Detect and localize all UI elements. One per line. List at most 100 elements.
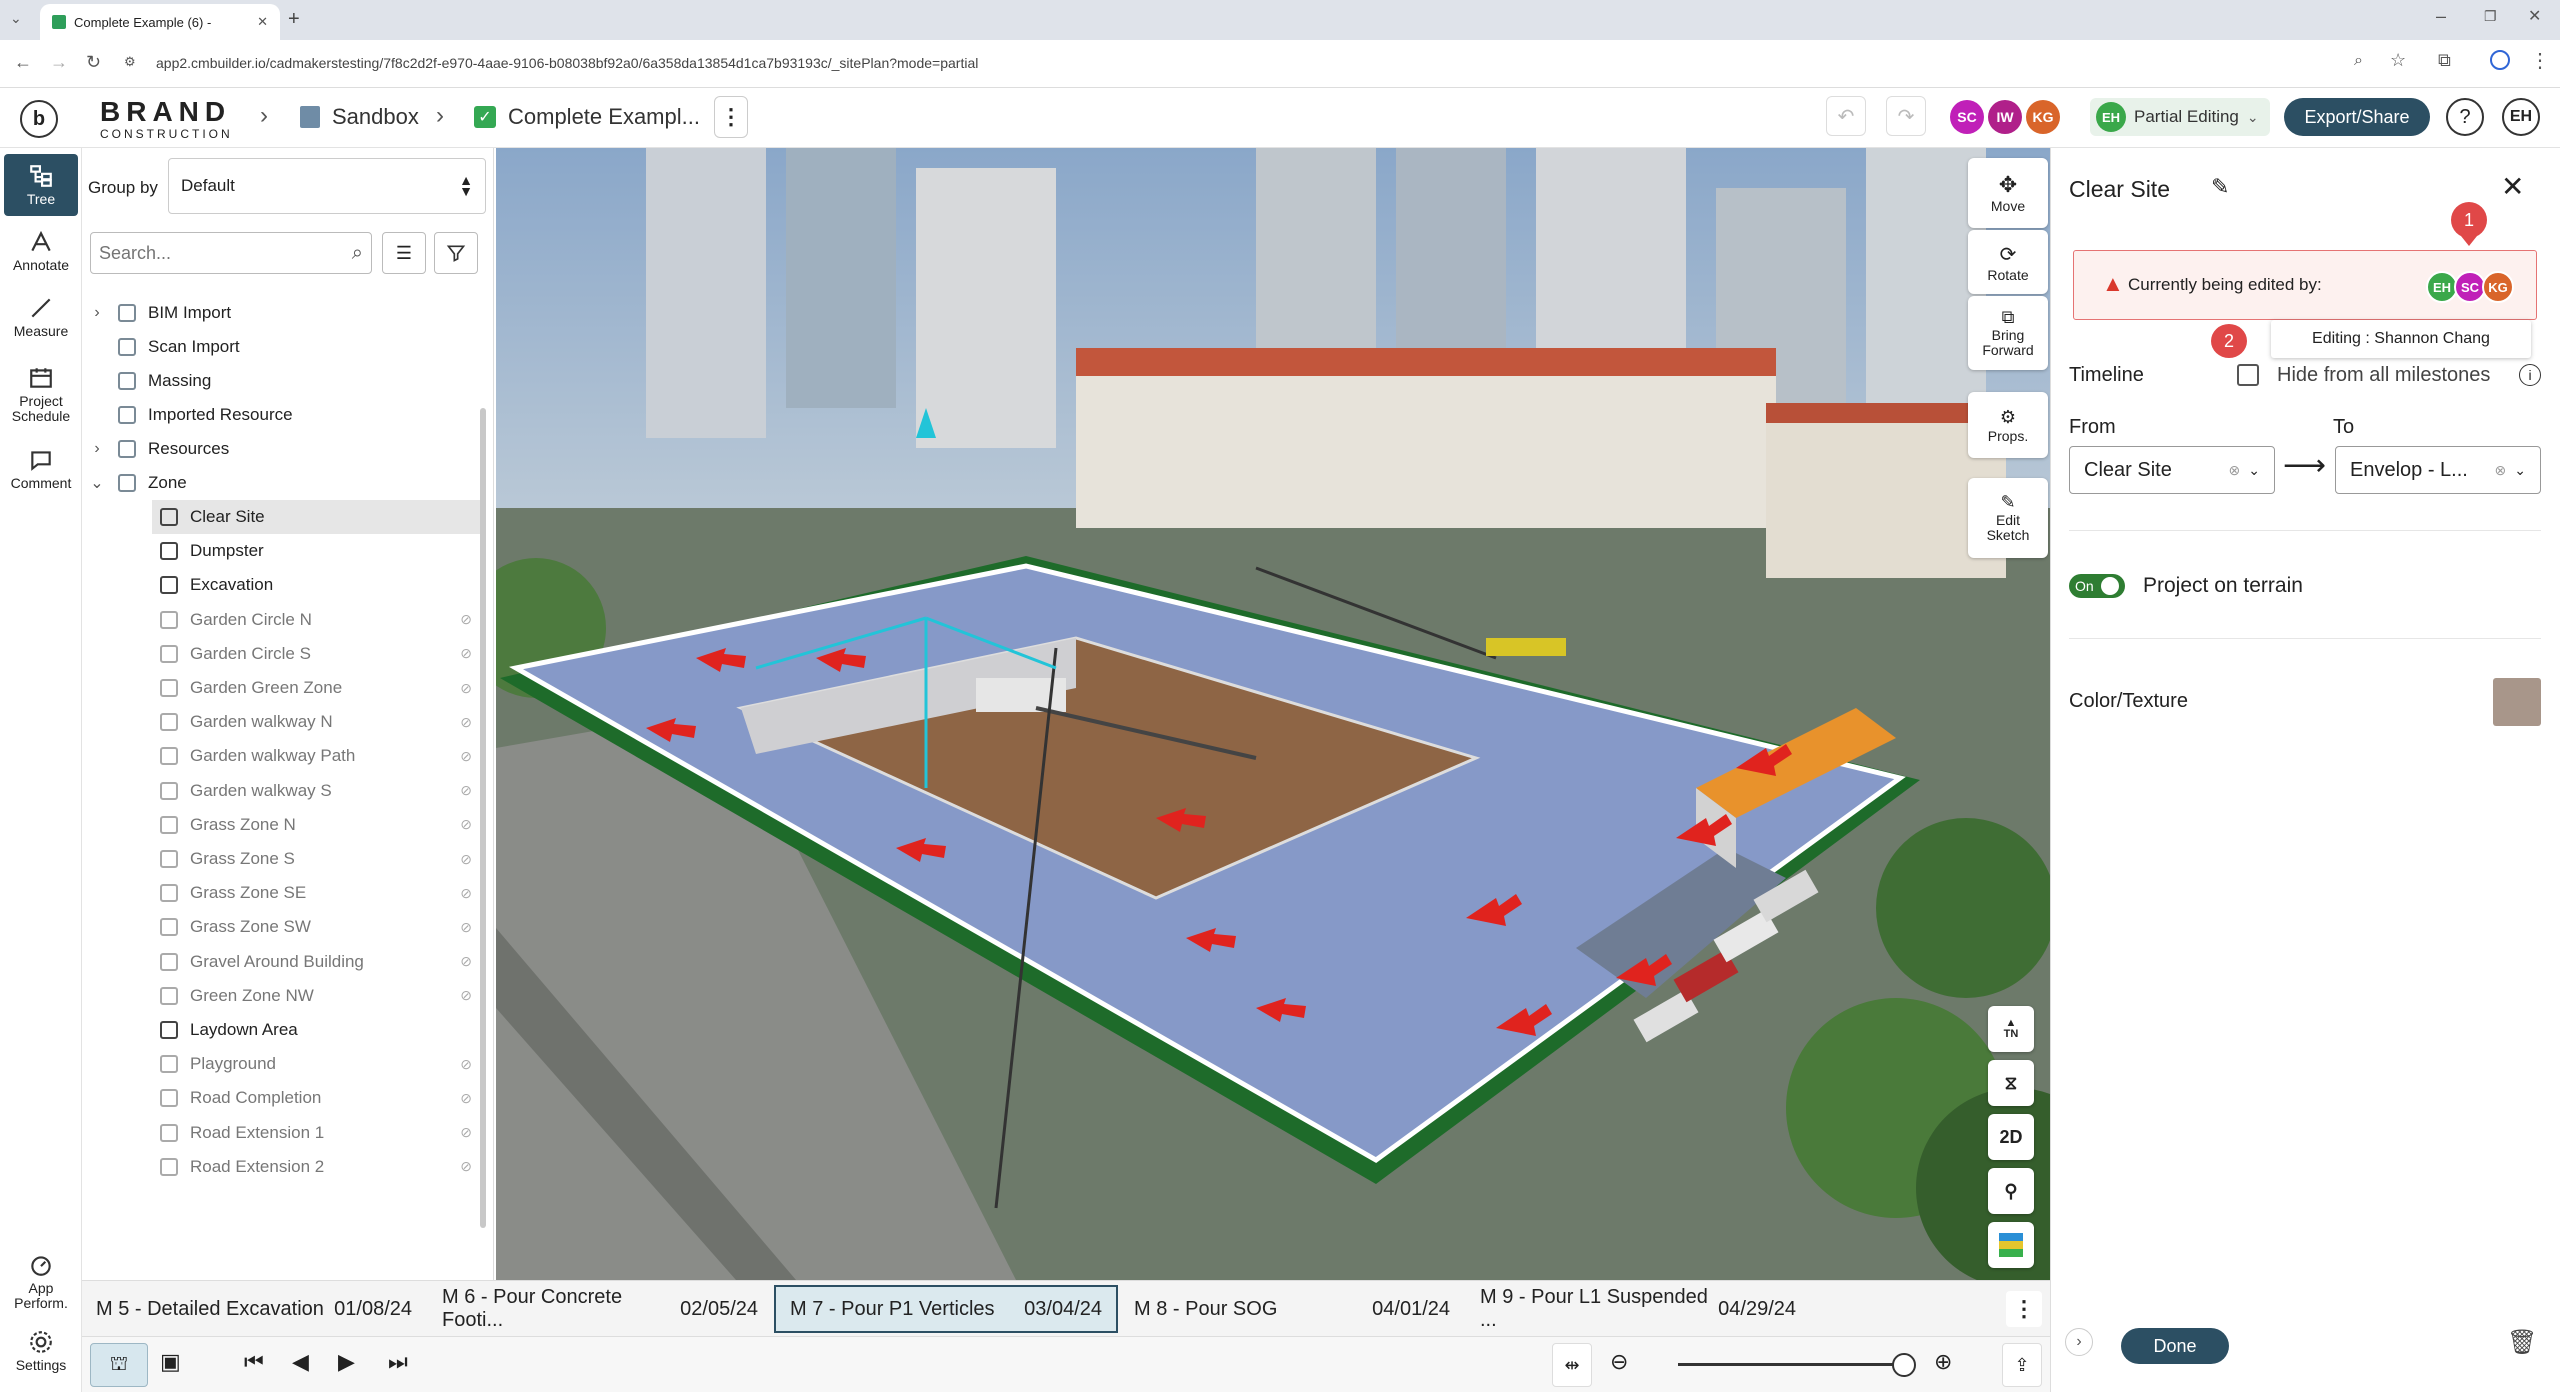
tree-item[interactable]: › BIM Import [82,296,482,330]
zoom-out-icon[interactable]: ⊖ [1610,1349,1628,1375]
breadcrumb-sandbox[interactable]: Sandbox [332,104,419,130]
fit-icon[interactable]: ⇹ [1552,1343,1592,1387]
milestone-item[interactable]: M 6 - Pour Concrete Footi... 02/05/24 [428,1285,772,1333]
bring-forward-tool[interactable]: ⧉ Bring Forward [1968,296,2048,370]
presentation-icon[interactable]: ▣ [160,1349,181,1375]
minimize-button[interactable]: – [2436,6,2446,27]
milestone-item[interactable]: M 8 - Pour SOG 04/01/24 [1120,1285,1464,1333]
search-field[interactable]: ⌕ [90,232,372,274]
tree-item[interactable]: Garden Circle N ⊘ [152,603,482,637]
crane-view-button[interactable]: ⛫ [90,1343,148,1387]
redo-icon[interactable]: ↷ [1886,96,1926,136]
tree-item[interactable]: Garden Green Zone ⊘ [152,671,482,705]
tree-item[interactable]: Road Extension 2 ⊘ [152,1150,482,1184]
tree-item[interactable]: ⌄ Zone [82,466,482,500]
rail-settings-button[interactable]: Settings [4,1320,78,1382]
eye-off-icon[interactable]: ⊘ [460,680,472,697]
eye-off-icon[interactable]: ⊘ [460,885,472,902]
user-avatar[interactable]: EH [2502,98,2540,136]
hide-milestones-checkbox[interactable] [2237,364,2259,386]
tree-item[interactable]: Playground ⊘ [152,1047,482,1081]
tree-item[interactable]: Green Zone NW ⊘ [152,979,482,1013]
bookmark-icon[interactable]: ☆ [2390,50,2406,71]
rail-tree-button[interactable]: Tree [4,154,78,216]
skip-start-icon[interactable]: ⏮ [244,1349,264,1375]
window-close-button[interactable]: ✕ [2528,6,2541,26]
filter-button[interactable] [434,232,478,274]
rail-annotate-button[interactable]: Annotate [4,220,78,282]
tree-item[interactable]: Garden walkway Path ⊘ [152,739,482,773]
pencil-icon[interactable]: ✎ [2211,174,2229,200]
layers-button[interactable] [1988,1222,2034,1268]
done-button[interactable]: Done [2121,1328,2229,1364]
tree-item[interactable]: Massing [82,364,482,398]
info-icon[interactable]: i [2519,364,2541,386]
tree-item[interactable]: Grass Zone SE ⊘ [152,876,482,910]
clear-icon[interactable]: ⊗ [2495,462,2507,479]
paint-button[interactable]: ⚲ [1988,1168,2034,1214]
rail-measure-button[interactable]: Measure [4,286,78,348]
avatar-kg[interactable]: KG [2026,100,2060,134]
rail-comment-button[interactable]: Comment [4,438,78,500]
tree-item[interactable]: Imported Resource [82,398,482,432]
from-select[interactable]: Clear Site ⊗ ⌄ [2069,446,2275,494]
tree-item[interactable]: Road Completion ⊘ [152,1081,482,1115]
terrain-toggle[interactable]: On [2069,574,2125,598]
browser-tab[interactable]: Complete Example (6) - ✕ [40,4,280,40]
back-icon[interactable]: ← [14,52,32,73]
milestone-item[interactable]: M 9 - Pour L1 Suspended ... 04/29/24 [1466,1285,1810,1333]
tree-item[interactable]: Grass Zone S ⊘ [152,842,482,876]
export-icon[interactable]: ⇪ [2002,1343,2042,1387]
tree-item[interactable]: Road Extension 1 ⊘ [152,1116,482,1150]
rail-perf-button[interactable]: App Perform. [4,1246,78,1316]
editor-avatar-kg[interactable]: KG [2482,271,2514,303]
milestone-item[interactable]: M 7 - Pour P1 Verticles 03/04/24 [774,1285,1118,1333]
eye-off-icon[interactable]: ⊘ [460,816,472,833]
trash-icon[interactable]: 🗑 [2507,1328,2537,1357]
eye-off-icon[interactable]: ⊘ [460,987,472,1004]
search-icon[interactable]: ⌕ [352,242,363,265]
sort-button[interactable]: ☰ [382,232,426,274]
restore-button[interactable]: ❐ [2484,8,2497,25]
skip-end-icon[interactable]: ⏭ [388,1349,408,1375]
site-scene[interactable] [496,148,2050,1280]
props-tool[interactable]: ⚙ Props. [1968,392,2048,458]
rail-schedule-button[interactable]: Project Schedule [4,358,78,430]
eye-off-icon[interactable]: ⊘ [460,782,472,799]
zoom-slider-knob[interactable] [1892,1353,1916,1377]
forward-icon[interactable]: → [50,52,68,73]
extensions-icon[interactable]: ⧉ [2438,50,2451,71]
tree-item[interactable]: Grass Zone N ⊘ [152,808,482,842]
rotate-tool[interactable]: ⟳ Rotate [1968,230,2048,294]
step-back-icon[interactable]: ◀ [292,1349,309,1375]
tree-item[interactable]: Grass Zone SW ⊘ [152,910,482,944]
milestone-item[interactable]: M 5 - Detailed Excavation 01/08/24 [82,1285,426,1333]
eye-off-icon[interactable]: ⊘ [460,851,472,868]
to-select[interactable]: Envelop - L... ⊗ ⌄ [2335,446,2541,494]
chevron-down-icon[interactable]: ⌄ [82,473,112,493]
export-share-button[interactable]: Export/Share [2284,98,2430,136]
editing-mode-dropdown[interactable]: EH Partial Editing ⌄ [2090,98,2270,136]
clear-icon[interactable]: ⊗ [2229,462,2241,479]
help-button[interactable]: ? [2446,98,2484,136]
2d-button[interactable]: 2D [1988,1114,2034,1160]
eye-off-icon[interactable]: ⊘ [460,1090,472,1107]
search-input[interactable] [99,242,319,264]
project-menu-button[interactable]: ⋮ [714,96,748,138]
3d-viewport[interactable] [496,148,2050,1280]
tree-item[interactable]: › Resources [82,432,482,466]
chevron-right-icon[interactable]: › [82,440,112,458]
zoom-slider-track[interactable] [1678,1363,1906,1366]
edit-sketch-tool[interactable]: ✎ Edit Sketch [1968,478,2048,558]
eye-off-icon[interactable]: ⊘ [460,919,472,936]
app-logo-icon[interactable]: b [20,100,58,138]
tab-list-icon[interactable]: ⌄ [10,10,22,27]
group-by-select[interactable]: Default ▲ ▼ [168,158,486,214]
eye-off-icon[interactable]: ⊘ [460,645,472,662]
breadcrumb-project[interactable]: Complete Exampl... [508,104,700,130]
more-icon[interactable]: ⋮ [2006,1291,2042,1327]
north-button[interactable]: ▲ TN [1988,1006,2034,1052]
undo-icon[interactable]: ↶ [1826,96,1866,136]
tree-item[interactable]: Scan Import [82,330,482,364]
chevron-right-icon[interactable]: › [82,304,112,322]
